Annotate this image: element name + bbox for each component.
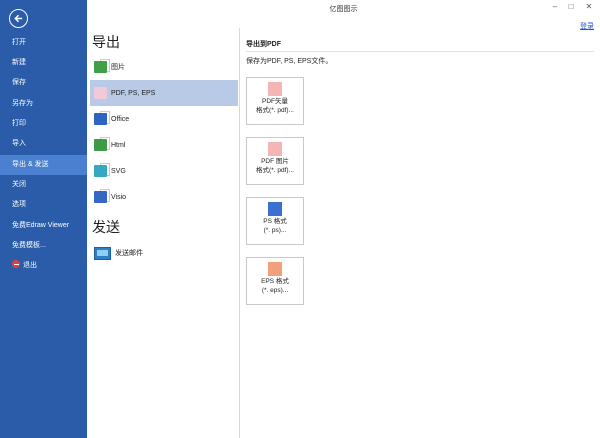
sidebar-item-exit[interactable]: 退出 [0,256,87,276]
svg-file-icon [94,163,110,177]
exit-icon [12,260,20,269]
export-pdf-image-button[interactable]: PDF 图片 格式(*. pdf)... [246,137,304,185]
export-option-svg[interactable]: SVG [90,158,238,184]
export-option-visio[interactable]: Visio [90,184,238,210]
export-ps-button[interactable]: PS 格式 (*. ps)... [246,197,304,245]
export-button-label: PS 格式 (*. ps)... [263,218,287,234]
maximize-icon: □ [568,2,574,11]
sidebar: 打开 新建 保存 另存为 打印 导入 导出 & 发送 关闭 选项 免费Edraw… [0,0,87,438]
export-option-image[interactable]: 图片 [90,54,238,80]
sidebar-item-free-templates[interactable]: 免费模板... [0,236,87,256]
pdf-file-icon [94,85,110,99]
sidebar-item-save[interactable]: 保存 [0,73,87,93]
export-pdf-vector-button[interactable]: PDF矢量 格式(*. pdf)... [246,77,304,125]
minimize-icon: – [552,2,558,11]
sidebar-item-open[interactable]: 打开 [0,33,87,53]
panel-description: 保存为PDF, PS, EPS文件。 [246,58,333,65]
back-button[interactable] [9,9,28,28]
send-heading: 发送 [92,219,120,235]
export-option-pdf[interactable]: PDF, PS, EPS [90,80,238,106]
send-option-label: 发送邮件 [115,250,143,257]
maximize-button[interactable]: □ [564,1,578,13]
html-file-icon [94,137,110,151]
sidebar-item-close[interactable]: 关闭 [0,175,87,195]
panel-title: 导出到PDF [246,41,281,48]
send-option-email[interactable]: 发送邮件 [90,240,238,266]
export-button-label: EPS 格式 (*. eps)... [261,278,289,294]
sidebar-item-new[interactable]: 新建 [0,53,87,73]
sidebar-item-free-viewer[interactable]: 免费Edraw Viewer [0,216,87,236]
panel-title-divider [246,51,594,52]
close-icon: ✕ [585,2,593,11]
sidebar-item-options[interactable]: 选项 [0,195,87,215]
export-option-label: SVG [111,167,126,175]
sidebar-item-exit-label: 退出 [23,262,37,269]
export-heading: 导出 [92,34,120,50]
export-eps-button[interactable]: EPS 格式 (*. eps)... [246,257,304,305]
email-icon [94,246,111,260]
word-file-icon [94,111,110,125]
sidebar-item-import[interactable]: 导入 [0,134,87,154]
login-link[interactable]: 登录 [580,21,594,31]
minimize-button[interactable]: – [548,1,562,13]
export-option-office[interactable]: Office [90,106,238,132]
export-option-label: Visio [111,193,127,201]
sidebar-item-print[interactable]: 打印 [0,114,87,134]
close-button[interactable]: ✕ [582,1,596,13]
arrow-left-icon [14,14,23,23]
column-divider [239,28,240,438]
pdf-icon [268,140,285,156]
export-button-label: PDF 图片 格式(*. pdf)... [256,158,294,174]
image-file-icon [94,59,110,73]
export-option-label: Office [111,115,130,123]
visio-file-icon [94,189,110,203]
export-option-label: Html [111,141,126,149]
sidebar-item-export-send[interactable]: 导出 & 发送 [0,155,87,175]
pdf-icon [268,80,285,96]
window-title: 亿图图示 [329,6,358,13]
eps-icon [268,260,285,276]
ps-icon [268,200,285,216]
export-button-label: PDF矢量 格式(*. pdf)... [256,98,294,114]
export-option-html[interactable]: Html [90,132,238,158]
export-option-label: 图片 [111,64,125,71]
sidebar-item-save-as[interactable]: 另存为 [0,94,87,114]
export-option-label: PDF, PS, EPS [111,89,156,97]
